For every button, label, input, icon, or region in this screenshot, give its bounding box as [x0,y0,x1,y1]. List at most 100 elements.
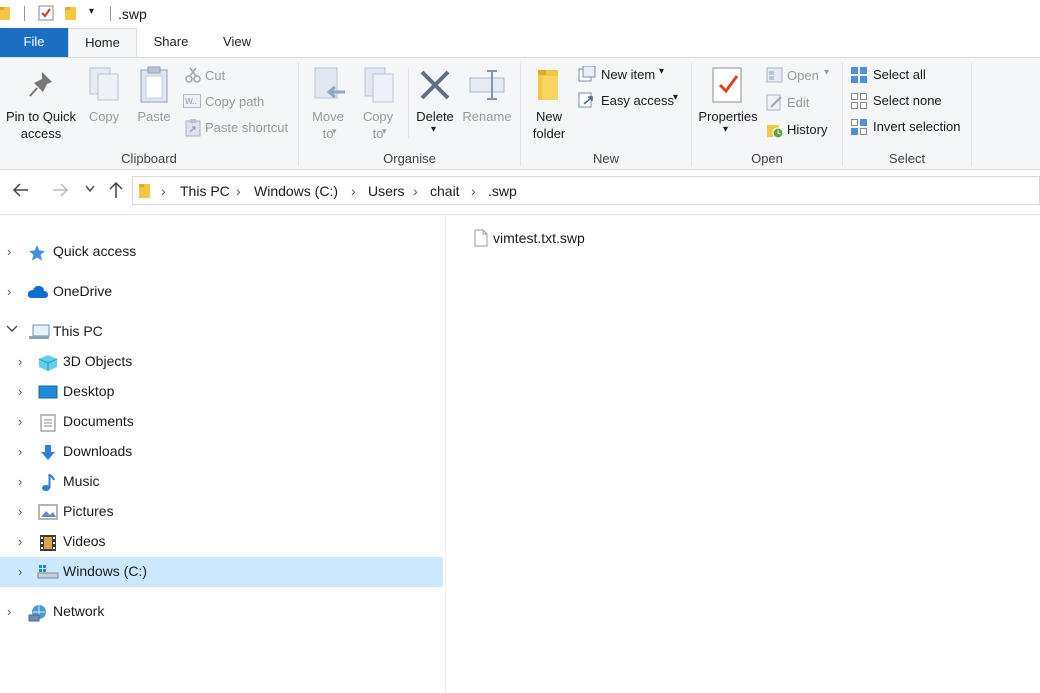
cut-button[interactable]: Cut [182,66,292,86]
nav-item-3d-objects[interactable]: › 3D Objects [0,347,443,377]
open-button[interactable]: Open ▾ [764,66,840,86]
divider [110,6,111,21]
nav-item-this-pc[interactable]: This PC [0,317,443,347]
breadcrumb-swp[interactable]: .swp [488,183,517,199]
breadcrumb-chevron-icon[interactable]: › [413,183,418,199]
rename-button[interactable]: Rename [460,58,514,146]
pin-icon [28,70,54,100]
nav-item-windows-c[interactable]: › Windows (C:) [0,557,443,587]
paste-shortcut-button[interactable]: Paste shortcut [182,118,292,138]
back-arrow-icon[interactable] [12,180,30,200]
pin-label-2: access [20,126,62,141]
chevron-right-icon[interactable]: › [18,444,22,459]
chevron-right-icon[interactable]: › [18,564,22,579]
new-group-label: New [592,151,619,166]
forward-arrow-icon[interactable] [51,180,69,200]
copy-path-button[interactable]: W.. Copy path [182,92,292,112]
new-folder-quick-icon[interactable] [64,5,78,21]
history-icon [766,121,784,139]
select-none-button[interactable]: Select none [848,91,968,111]
edit-button[interactable]: Edit [764,93,840,113]
breadcrumb-users[interactable]: Users [368,183,405,199]
list-item[interactable]: vimtest.txt.swp [472,227,632,249]
easy-access-label: Easy access [601,93,674,108]
rename-label: Rename [462,109,512,124]
nav-item-documents[interactable]: › Documents [0,407,443,437]
easy-access-icon [578,92,596,110]
move-to-button[interactable]: Move to ▾ [306,58,350,146]
nav-label: Quick access [53,243,137,259]
breadcrumb-chait[interactable]: chait [430,183,460,199]
download-arrow-icon [39,444,57,460]
new-item-button[interactable]: New item ▾ [576,65,686,85]
customize-toolbar-chevron-icon[interactable]: ▾ [89,6,94,17]
star-icon [28,244,46,261]
nav-item-pictures[interactable]: › Pictures [0,497,443,527]
properties-button[interactable]: Properties ▾ [694,58,762,146]
title-bar: ▾ .swp [0,0,1040,28]
chevron-right-icon[interactable]: › [18,414,22,429]
copy-button[interactable]: Copy [84,58,124,146]
cloud-icon [27,284,48,300]
paste-shortcut-icon [185,119,201,137]
chevron-right-icon[interactable]: › [18,474,22,489]
tab-share[interactable]: Share [140,28,202,57]
copy-path-label: Copy path [205,94,265,109]
file-icon [474,229,488,247]
nav-item-network[interactable]: › Network [0,597,443,627]
properties-quick-icon[interactable] [38,5,54,21]
properties-label: Properties [698,109,758,124]
delete-button[interactable]: Delete ▾ [412,58,458,146]
nav-item-videos[interactable]: › Videos [0,527,443,557]
paste-button[interactable]: Paste [132,58,176,146]
tab-home[interactable]: Home [68,28,137,57]
copy-label: Copy [88,109,120,124]
up-arrow-icon[interactable] [108,180,124,200]
breadcrumb-chevron-icon[interactable]: › [236,183,241,199]
edit-pencil-icon [766,94,784,112]
chevron-right-icon[interactable]: › [18,384,22,399]
nav-label: 3D Objects [63,353,133,369]
copy-to-label: Copy [362,109,394,124]
divider [24,6,25,21]
open-icon [766,67,784,83]
chevron-right-icon[interactable]: › [7,284,11,299]
tab-view[interactable]: View [206,28,268,57]
new-folder-label: New [535,109,562,124]
easy-access-button[interactable]: Easy access ▾ [576,91,686,111]
breadcrumb-chevron-icon[interactable]: › [351,183,356,199]
chevron-right-icon[interactable]: › [7,244,11,259]
nav-item-downloads[interactable]: › Downloads [0,437,443,467]
breadcrumb-chevron-icon[interactable]: › [471,183,476,199]
select-all-button[interactable]: Select all [848,65,968,85]
invert-selection-button[interactable]: Invert selection [848,117,968,137]
nav-label: Music [63,473,100,489]
nav-item-desktop[interactable]: › Desktop [0,377,443,407]
breadcrumb-chevron-icon[interactable]: › [161,183,166,199]
breadcrumb-this-pc[interactable]: This PC [180,183,230,199]
chevron-right-icon[interactable]: › [18,504,22,519]
delete-label: Delete [416,109,454,124]
nav-label: Desktop [63,383,115,399]
chevron-right-icon[interactable]: › [18,534,22,549]
breadcrumb-windows-c[interactable]: Windows (C:) [254,183,338,199]
chevron-right-icon[interactable]: › [7,604,11,619]
pin-to-quick-access-button[interactable]: Pin to Quick access [0,58,82,146]
nav-label: Network [53,603,105,619]
tab-file[interactable]: File [0,28,68,57]
nav-item-quick-access[interactable]: › Quick access [0,237,443,267]
divider [408,68,409,138]
select-all-label: Select all [873,67,926,82]
nav-item-music[interactable]: › Music [0,467,443,497]
select-all-icon [850,66,868,84]
documents-icon [40,414,58,432]
copy-to-button[interactable]: Copy to ▾ [356,58,400,146]
new-folder-button[interactable]: New folder [524,58,574,146]
film-strip-icon [39,534,57,551]
recent-locations-chevron-icon[interactable] [84,184,96,194]
chevron-down-icon[interactable] [6,323,18,335]
history-button[interactable]: History [764,120,840,140]
chevron-right-icon[interactable]: › [18,354,22,369]
nav-item-onedrive[interactable]: › OneDrive [0,277,443,307]
delete-x-icon [418,68,452,102]
